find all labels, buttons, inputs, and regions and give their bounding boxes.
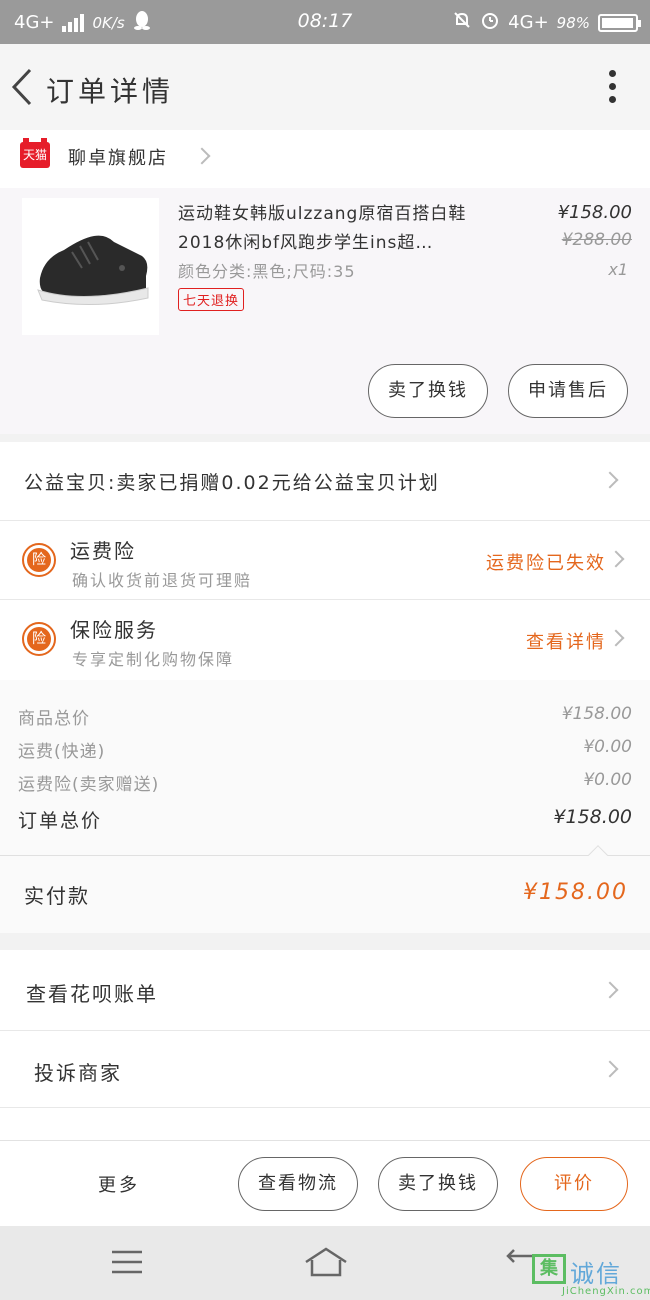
store-row[interactable]: 天猫 聊卓旗舰店 [0, 130, 650, 188]
more-link[interactable]: 更多 [98, 1171, 140, 1197]
insurance-title: 运费险 [70, 539, 136, 563]
link-label: 查看花呗账单 [26, 982, 158, 1006]
insurance-subtitle: 确认收货前退货可理赔 [72, 571, 253, 590]
action-bar: 更多 查看物流 卖了换钱 评价 [0, 1140, 650, 1226]
summary-value: ¥158.00 [561, 704, 632, 724]
sell-for-cash-button-bottom[interactable]: 卖了换钱 [378, 1157, 498, 1211]
payment-label: 实付款 [24, 884, 90, 908]
mute-icon [452, 10, 472, 35]
shipping-insurance-row[interactable]: 险 运费险 确认收货前退货可理赔 运费险已失效 [0, 521, 650, 599]
insurance-subtitle: 专享定制化购物保障 [72, 650, 235, 669]
product-price: ¥158.00 [557, 202, 632, 223]
summary-value: ¥0.00 [583, 737, 632, 757]
summary-value: ¥0.00 [583, 770, 632, 790]
status-right: 4G+ 98% [452, 10, 641, 35]
watermark-subtext: JiChengXin.com [562, 1286, 650, 1297]
chevron-right-icon [193, 147, 211, 165]
view-logistics-button[interactable]: 查看物流 [238, 1157, 358, 1211]
product-original-price: ¥288.00 [561, 230, 632, 250]
insurance-service-row[interactable]: 险 保险服务 专享定制化购物保障 查看详情 [0, 600, 650, 680]
watermark-icon: 集 [532, 1254, 566, 1284]
product-name[interactable]: 运动鞋女韩版ulzzang原宿百搭白鞋2018休闲bf风跑步学生ins超… [178, 200, 498, 258]
after-sales-button[interactable]: 申请售后 [508, 364, 628, 418]
chevron-right-icon [607, 550, 625, 568]
sell-for-cash-button[interactable]: 卖了换钱 [368, 364, 488, 418]
insurance-status: 查看详情 [526, 632, 606, 653]
summary-label: 商品总价 [18, 709, 90, 729]
network-label-right: 4G+ [508, 12, 549, 33]
alarm-icon [480, 10, 500, 35]
charity-text: 公益宝贝:卖家已捐赠0.02元给公益宝贝计划 [24, 472, 440, 494]
complain-merchant-row[interactable]: 投诉商家 [0, 1031, 650, 1107]
link-label: 投诉商家 [34, 1061, 122, 1085]
product-quantity: x1 [608, 260, 628, 279]
chevron-right-icon [601, 1060, 619, 1078]
status-bar: 4G+ 0K/s 08:17 4G+ 98% [0, 0, 650, 44]
chevron-right-icon [601, 471, 619, 489]
insurance-icon: 险 [22, 622, 56, 656]
page-title: 订单详情 [46, 75, 175, 108]
tmall-badge: 天猫 [20, 138, 50, 168]
watermark-logo: 集 诚信 JiChengXin.com [532, 1250, 650, 1298]
more-menu-icon[interactable] [606, 70, 618, 106]
order-total-value: ¥158.00 [553, 806, 632, 828]
price-summary: 商品总价 ¥158.00 运费(快递) ¥0.00 运费险(卖家赠送) ¥0.0… [0, 680, 650, 855]
charity-row[interactable]: 公益宝贝:卖家已捐赠0.02元给公益宝贝计划 [0, 442, 650, 520]
seven-day-return-badge: 七天退换 [178, 288, 245, 311]
store-name: 聊卓旗舰店 [68, 148, 168, 169]
insurance-title: 保险服务 [70, 618, 158, 642]
home-icon[interactable] [304, 1246, 348, 1282]
product-image[interactable] [22, 198, 159, 335]
battery-percent: 98% [556, 13, 590, 32]
payment-value: ¥158.00 [523, 880, 628, 905]
order-total-label: 订单总价 [18, 810, 103, 832]
back-icon[interactable] [8, 66, 38, 108]
insurance-status: 运费险已失效 [486, 553, 606, 574]
summary-label: 运费险(卖家赠送) [18, 775, 160, 795]
header: 订单详情 [0, 44, 650, 130]
product-spec: 颜色分类:黑色;尺码:35 [178, 262, 356, 281]
menu-icon[interactable] [110, 1248, 144, 1280]
insurance-icon: 险 [22, 543, 56, 577]
huabei-bill-row[interactable]: 查看花呗账单 [0, 950, 650, 1030]
review-button[interactable]: 评价 [520, 1157, 628, 1211]
chevron-right-icon [607, 629, 625, 647]
battery-icon [598, 13, 641, 32]
chevron-right-icon [601, 981, 619, 999]
summary-label: 运费(快递) [18, 742, 106, 762]
watermark-text: 诚信 [570, 1260, 622, 1288]
payment-row: 实付款 ¥158.00 [0, 845, 650, 933]
product-card: 运动鞋女韩版ulzzang原宿百搭白鞋2018休闲bf风跑步学生ins超… 颜色… [0, 188, 650, 434]
